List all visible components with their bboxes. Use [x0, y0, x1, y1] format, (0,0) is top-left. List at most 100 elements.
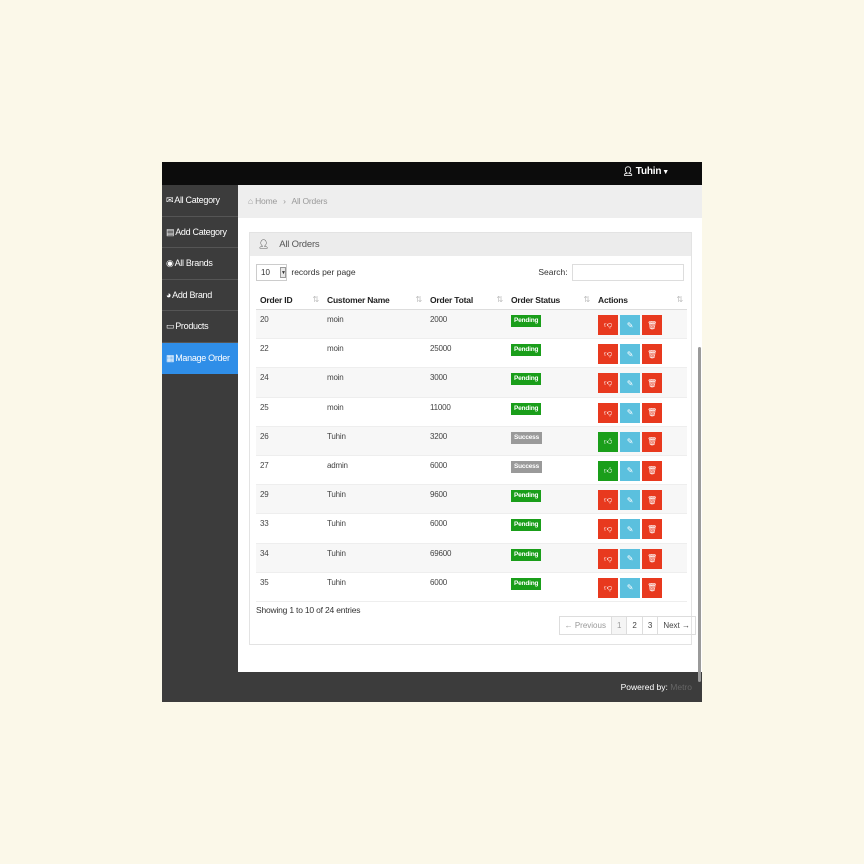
pagination-page-2[interactable]: 2	[626, 617, 641, 634]
cell-order-id: 33	[260, 519, 269, 529]
select-arrow-icon: ▼	[280, 267, 286, 278]
thumbs-down-icon: 👎︎	[604, 320, 612, 329]
sidebar-item-label: All Category	[174, 195, 220, 205]
sidebar-item-manage-order[interactable]: ▦Manage Order	[162, 342, 238, 374]
status-badge: Success	[511, 431, 542, 444]
reject-button[interactable]: 👎︎	[598, 373, 618, 394]
edit-icon: ✎	[626, 583, 634, 593]
dashboard-icon: ◕	[166, 289, 172, 300]
table-info: Showing 1 to 10 of 24 entries	[256, 605, 361, 615]
approve-button[interactable]: 👍︎	[598, 431, 618, 452]
breadcrumb-separator-icon: ›	[283, 196, 286, 206]
sort-icon: ⇅	[676, 295, 683, 304]
reject-button[interactable]: 👎︎	[598, 315, 618, 335]
pagination-next[interactable]: Next →	[657, 617, 695, 634]
edit-icon: ✎	[626, 320, 634, 330]
edit-button[interactable]: ✎	[620, 577, 640, 598]
user-menu[interactable]: 👤︎ Tuhin▼	[622, 166, 670, 177]
edit-button[interactable]: ✎	[620, 373, 640, 394]
table-row: 26 Tuhin 3200 Success 👍︎ ✎ 🗑︎	[256, 426, 687, 456]
edit-button[interactable]: ✎	[620, 431, 640, 452]
reject-button[interactable]: 👎︎	[598, 344, 618, 365]
column-header-order-total[interactable]: Order Total ⇅	[426, 295, 507, 305]
delete-button[interactable]: 🗑︎	[642, 519, 662, 540]
sort-asc-icon: ⇅	[312, 295, 319, 304]
delete-button[interactable]: 🗑︎	[642, 460, 662, 481]
status-badge: Pending	[511, 373, 542, 386]
column-header-customer-name[interactable]: Customer Name ⇅	[323, 295, 426, 305]
pagination-page-1[interactable]: 1	[610, 617, 627, 634]
reject-button[interactable]: 👎︎	[598, 519, 618, 540]
footer-label: Powered by:	[620, 682, 668, 692]
edit-button[interactable]: ✎	[620, 548, 640, 569]
cell-order-id: 29	[260, 490, 269, 500]
reject-button[interactable]: 👎︎	[598, 577, 618, 598]
breadcrumb-home[interactable]: Home	[255, 196, 277, 206]
thumbs-down-icon: 👎︎	[604, 378, 612, 388]
trash-icon: 🗑︎	[647, 408, 657, 418]
edit-button[interactable]: ✎	[620, 460, 640, 481]
reject-button[interactable]: 👎︎	[598, 490, 618, 511]
user-icon: 👤︎	[622, 166, 634, 176]
cell-actions: 👎︎ ✎ 🗑︎	[594, 573, 687, 601]
trash-icon: 🗑︎	[647, 320, 657, 330]
delete-button[interactable]: 🗑︎	[642, 490, 662, 511]
edit-button[interactable]: ✎	[620, 490, 640, 511]
sidebar-item-all-category[interactable]: ✉All Category	[162, 185, 238, 217]
cell-customer-name: Tuhin	[327, 519, 346, 529]
cell-order-status: Pending	[507, 514, 594, 542]
records-per-page: 10 ▼ records per page	[256, 264, 356, 281]
trash-icon: 🗑︎	[647, 437, 657, 447]
cell-order-id: 26	[260, 431, 269, 441]
table-row: 29 Tuhin 9600 Pending 👎︎ ✎ 🗑︎	[256, 485, 687, 515]
envelope-icon: ✉	[166, 195, 174, 205]
footer-brand[interactable]: Metro	[670, 682, 692, 692]
scrollbar[interactable]	[698, 347, 701, 682]
column-header-actions[interactable]: Actions ⇅	[594, 295, 687, 305]
cell-order-status: Pending	[507, 310, 594, 338]
delete-button[interactable]: 🗑︎	[642, 431, 662, 452]
pagination-previous[interactable]: ← Previous	[560, 617, 611, 634]
cell-actions: 👎︎ ✎ 🗑︎	[594, 368, 687, 396]
delete-button[interactable]: 🗑︎	[642, 402, 662, 423]
cell-order-status: Pending	[507, 339, 594, 367]
edit-button[interactable]: ✎	[620, 315, 640, 335]
delete-button[interactable]: 🗑︎	[642, 373, 662, 394]
search-input[interactable]	[572, 264, 684, 281]
cell-order-total: 6000	[430, 519, 447, 529]
records-per-page-select[interactable]: 10 ▼	[256, 264, 287, 281]
column-header-order-status[interactable]: Order Status ⇅	[507, 295, 594, 305]
reject-button[interactable]: 👎︎	[598, 548, 618, 569]
status-badge: Pending	[511, 315, 542, 327]
sidebar-item-add-brand[interactable]: ◕Add Brand	[162, 280, 238, 311]
delete-button[interactable]: 🗑︎	[642, 577, 662, 598]
cell-customer-name: Tuhin	[327, 577, 346, 587]
reject-button[interactable]: 👎︎	[598, 402, 618, 423]
edit-button[interactable]: ✎	[620, 344, 640, 365]
sidebar-item-all-brands[interactable]: ◉All Brands	[162, 248, 238, 280]
column-header-order-id[interactable]: Order ID ⇅	[256, 295, 323, 305]
sidebar-item-add-category[interactable]: ▤Add Category	[162, 217, 238, 248]
delete-button[interactable]: 🗑︎	[642, 344, 662, 365]
cell-order-status: Pending	[507, 544, 594, 572]
cell-order-total: 2000	[430, 315, 447, 324]
approve-button[interactable]: 👍︎	[598, 460, 618, 481]
cell-order-total: 25000	[430, 344, 452, 354]
sidebar-item-label: Manage Order	[175, 352, 230, 363]
cell-order-total: 11000	[430, 402, 451, 412]
sidebar-item-products[interactable]: ▭Products	[162, 311, 238, 343]
edit-button[interactable]: ✎	[620, 519, 640, 540]
trash-icon: 🗑︎	[647, 349, 657, 359]
cell-order-total: 3000	[430, 373, 447, 383]
edit-button[interactable]: ✎	[620, 402, 640, 423]
user-name: Tuhin	[635, 166, 662, 177]
sidebar-item-label: Products	[175, 321, 209, 331]
cell-order-id: 35	[260, 577, 269, 587]
panel-title: All Orders	[279, 239, 320, 250]
trash-icon: 🗑︎	[647, 583, 657, 593]
cell-customer-name: moin	[327, 373, 344, 383]
pagination-page-3[interactable]: 3	[641, 617, 657, 634]
delete-button[interactable]: 🗑︎	[642, 315, 662, 335]
cell-customer-name: Tuhin	[327, 548, 346, 558]
delete-button[interactable]: 🗑︎	[642, 548, 662, 569]
